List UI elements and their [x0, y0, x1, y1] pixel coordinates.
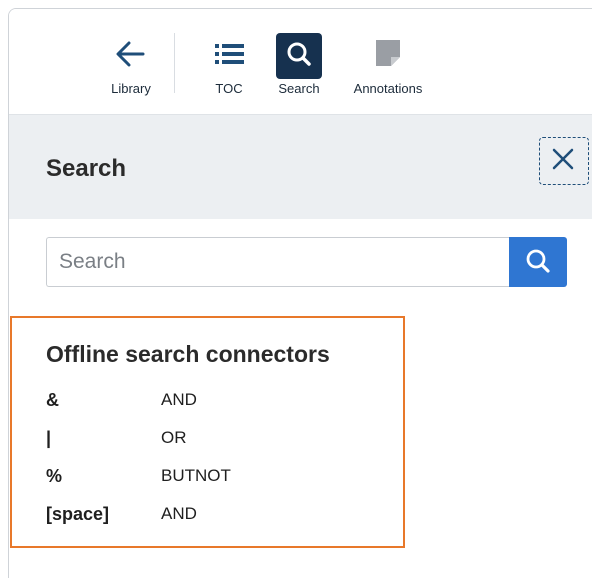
arrow-left-icon [111, 31, 151, 77]
search-icon [273, 31, 325, 79]
connector-operator: OR [161, 428, 187, 447]
search-input[interactable] [46, 237, 509, 287]
annotations-label: Annotations [353, 81, 423, 96]
annotations-button[interactable]: Annotations [343, 31, 433, 96]
list-icon [209, 31, 249, 77]
toc-label: TOC [215, 81, 243, 96]
connector-operator: BUTNOT [161, 466, 231, 485]
connector-symbol: | [46, 428, 52, 448]
close-button[interactable] [539, 137, 589, 185]
search-title: Search [46, 155, 127, 182]
connector-operator: AND [161, 390, 197, 409]
connectors-title: Offline search connectors [46, 341, 330, 367]
reader-side-panel: Library TOC Search Annotations Search Se… [8, 8, 592, 578]
search-header: Search [9, 114, 592, 219]
search-submit-button[interactable] [509, 237, 567, 287]
connector-symbol: & [46, 390, 59, 410]
connector-symbol: [space] [46, 504, 110, 524]
offline-connectors-box: Offline search connectors & AND | OR % B… [10, 316, 405, 548]
connector-operator: AND [161, 504, 197, 523]
library-label: Library [111, 81, 151, 96]
panel-toolbar: Library TOC Search Annotations [9, 9, 592, 114]
toolbar-divider [174, 33, 175, 93]
library-button[interactable]: Library [101, 31, 161, 96]
search-tab-label: Search [278, 81, 320, 96]
note-icon [368, 31, 408, 77]
search-icon [526, 249, 550, 273]
connector-symbol: % [46, 466, 63, 486]
close-icon [552, 148, 574, 170]
search-tab-button[interactable]: Search [273, 31, 325, 96]
toc-button[interactable]: TOC [209, 31, 249, 96]
